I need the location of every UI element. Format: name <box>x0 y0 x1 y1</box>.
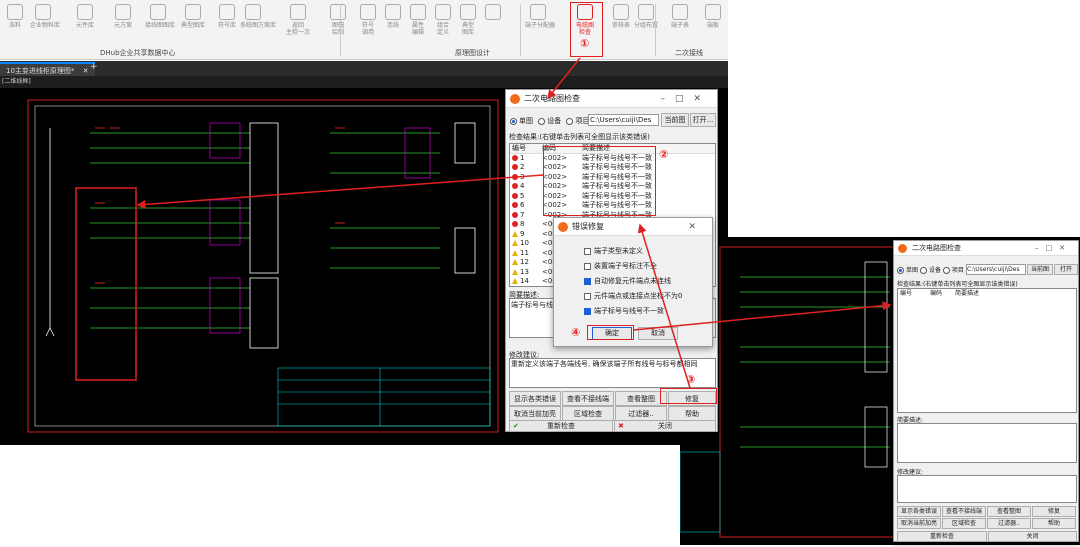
annotation-arrows <box>136 57 892 389</box>
